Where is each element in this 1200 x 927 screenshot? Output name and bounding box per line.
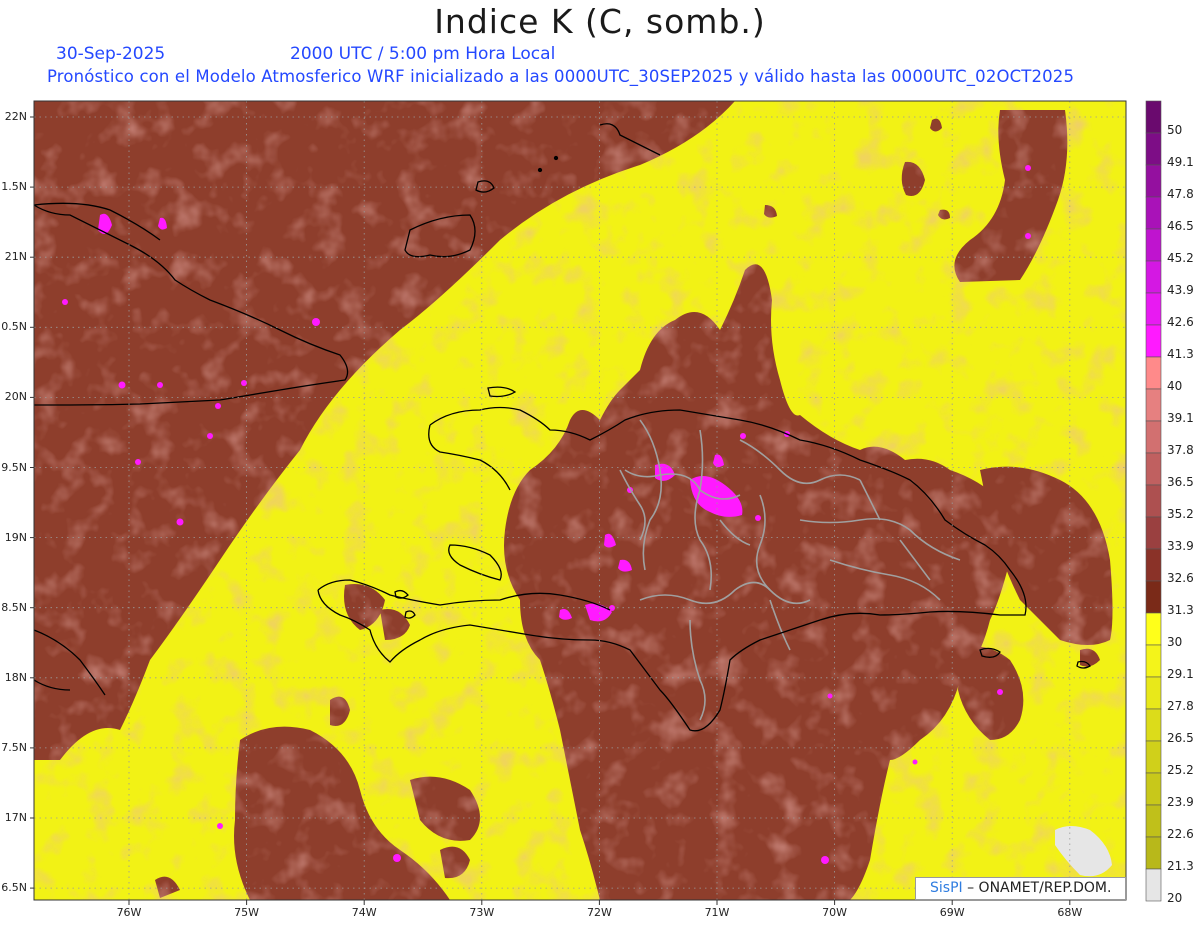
- credit-box: SisPI – ONAMET/REP.DOM.: [915, 877, 1126, 900]
- lat-label: 20N: [4, 390, 27, 404]
- lat-label: 9.5N: [1, 460, 27, 474]
- colorbar-swatch: [1145, 804, 1162, 838]
- colorbar-swatch: [1145, 484, 1162, 518]
- lat-label: 17N: [4, 811, 27, 824]
- colorbar-label: 36.5: [1167, 475, 1194, 489]
- colorbar-label: 29.1: [1167, 667, 1194, 681]
- lon-label: 71W: [704, 906, 730, 919]
- colorbar-label: 32.6: [1167, 571, 1194, 585]
- colorbar-swatch: [1145, 388, 1162, 422]
- lon-label: 75W: [234, 906, 260, 919]
- forecast-time: 2000 UTC / 5:00 pm Hora Local: [290, 44, 556, 64]
- lat-label: 6.5N: [1, 881, 27, 895]
- lon-label: 70W: [822, 906, 848, 919]
- colorbar-label: 42.6: [1167, 315, 1194, 329]
- credit-brand: SisPI: [930, 880, 963, 896]
- colorbar-label: 40: [1167, 379, 1183, 393]
- lat-label: 21N: [4, 250, 27, 264]
- colorbar-label: 26.5: [1167, 731, 1194, 745]
- lon-label: 68W: [1057, 906, 1083, 919]
- lat-label: 7.5N: [1, 740, 27, 754]
- lon-label: 69W: [939, 906, 965, 919]
- colorbar-label: 23.9: [1167, 795, 1194, 809]
- lon-label: 76W: [116, 906, 142, 919]
- colorbar-label: 30: [1167, 635, 1183, 649]
- colorbar-swatch: [1145, 356, 1162, 390]
- credit-org: – ONAMET/REP.DOM.: [967, 880, 1112, 896]
- colorbar-swatch: [1145, 644, 1162, 678]
- colorbar-swatch: [1145, 676, 1162, 710]
- colorbar-swatch: [1145, 452, 1162, 486]
- colorbar-swatch: [1145, 836, 1162, 870]
- colorbar-label: 27.8: [1167, 699, 1194, 713]
- colorbar-swatch: [1145, 100, 1162, 134]
- colorbar-swatch: [1145, 292, 1162, 326]
- colorbar-label: 46.5: [1167, 219, 1194, 233]
- colorbar-swatch: [1145, 132, 1162, 166]
- colorbar-label: 25.2: [1167, 763, 1194, 777]
- colorbar-swatch: [1145, 868, 1162, 902]
- model-description: Pronóstico con el Modelo Atmosferico WRF…: [47, 67, 1075, 86]
- lat-label: 8.5N: [1, 600, 27, 614]
- forecast-date: 30-Sep-2025: [56, 44, 166, 64]
- lat-label: 19N: [4, 530, 27, 544]
- lon-label: 72W: [586, 906, 612, 919]
- colorbar-swatch: [1145, 772, 1162, 806]
- colorbar-label: 31.3: [1167, 603, 1194, 617]
- colorbar-swatch: [1145, 420, 1162, 454]
- colorbar-label: 33.9: [1167, 539, 1194, 553]
- colorbar-label: 22.6: [1167, 827, 1194, 841]
- lon-label: 74W: [351, 906, 377, 919]
- map-title: Indice K (C, somb.): [434, 2, 766, 41]
- colorbar-swatch: [1145, 196, 1162, 230]
- colorbar-swatch: [1145, 164, 1162, 198]
- lat-label: 22N: [4, 110, 27, 123]
- colorbar-swatch: [1145, 580, 1162, 614]
- colorbar-label: 20: [1167, 891, 1183, 905]
- colorbar-swatch: [1145, 516, 1162, 550]
- colorbar-label: 41.3: [1167, 347, 1194, 361]
- colorbar-label: 21.3: [1167, 859, 1194, 873]
- colorbar-label: 37.8: [1167, 443, 1194, 457]
- colorbar-swatch: [1145, 708, 1162, 742]
- lat-label: 18N: [4, 670, 27, 684]
- colorbar-label: 47.8: [1167, 187, 1194, 201]
- colorbar-label: 49.1: [1167, 155, 1194, 169]
- colorbar-label: 43.9: [1167, 283, 1194, 297]
- colorbar-swatch: [1145, 740, 1162, 774]
- colorbar-swatch: [1145, 324, 1162, 358]
- colorbar-label: 45.2: [1167, 251, 1194, 265]
- lon-label: 73W: [469, 906, 495, 919]
- colorbar-swatch: [1145, 548, 1162, 582]
- colorbar-label: 50: [1167, 123, 1183, 137]
- colorbar-swatch: [1145, 228, 1162, 262]
- colorbar-swatch: [1145, 612, 1162, 646]
- colorbar: [1145, 100, 1162, 902]
- colorbar-label: 35.2: [1167, 507, 1194, 521]
- colorbar-label: 39.1: [1167, 411, 1194, 425]
- lat-label: 0.5N: [1, 320, 27, 334]
- lat-label: 1.5N: [1, 180, 27, 194]
- colorbar-swatch: [1145, 260, 1162, 294]
